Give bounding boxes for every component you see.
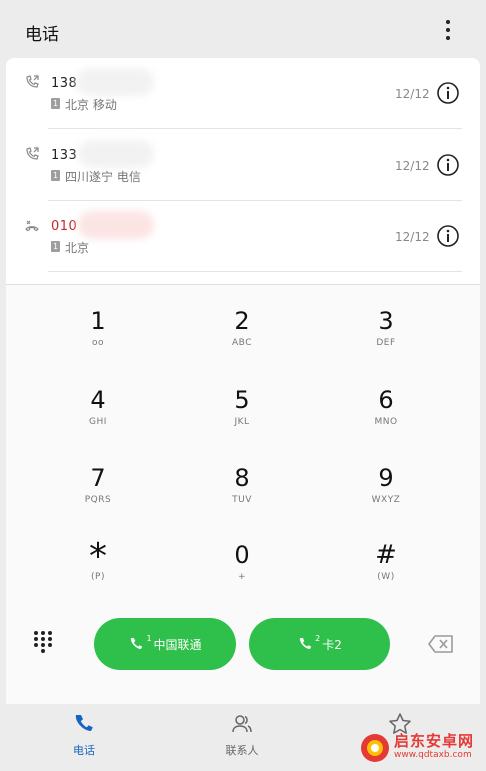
key-letters: JKL (234, 417, 250, 427)
phone-app: 电话 138 1 北京 移动 12/12 133 1 四川遂宁 电信 12/12… (0, 0, 486, 771)
key-1[interactable]: 1 oo (38, 306, 158, 372)
key-star[interactable]: * (P) (38, 536, 158, 606)
voicemail-icon: oo (91, 338, 104, 348)
call-sim1-button[interactable]: 1 中国联通 (94, 618, 236, 670)
info-icon[interactable] (436, 153, 460, 177)
contacts-icon (232, 715, 252, 733)
key-letters: MNO (374, 417, 398, 427)
key-letters: + (237, 572, 247, 582)
tab-label: 电话 (73, 744, 95, 757)
key-letters: DEF (376, 338, 396, 348)
call-number: 138 (51, 76, 78, 91)
key-hash[interactable]: # (W) (326, 540, 446, 606)
tab-phone[interactable]: 电话 (34, 712, 134, 758)
sim-number: 1 (146, 633, 152, 643)
key-digit: 3 (378, 307, 394, 335)
row-divider (48, 128, 462, 129)
key-4[interactable]: 4 GHI (38, 385, 158, 451)
missed-call-icon (25, 220, 39, 232)
key-letters: WXYZ (371, 495, 401, 505)
key-5[interactable]: 5 JKL (182, 385, 302, 451)
call-log-item[interactable]: 133 1 四川遂宁 电信 12/12 (6, 130, 480, 201)
watermark-url: www.qdtaxb.com (394, 750, 472, 760)
key-9[interactable]: 9 WXYZ (326, 463, 446, 529)
key-0[interactable]: 0 + (182, 540, 302, 606)
call-location: 四川遂宁 电信 (65, 170, 141, 184)
call-date: 12/12 (395, 159, 430, 173)
keypad-divider (6, 284, 480, 285)
call-location: 北京 (65, 241, 90, 255)
key-3[interactable]: 3 DEF (326, 306, 446, 372)
key-letters: (W) (377, 572, 395, 582)
info-icon[interactable] (436, 81, 460, 105)
key-letters: TUV (232, 495, 252, 505)
key-digit: 2 (234, 307, 250, 335)
call-log-item[interactable]: 010 1 北京 12/12 (6, 201, 480, 272)
phone-icon (300, 638, 312, 649)
key-6[interactable]: 6 MNO (326, 385, 446, 451)
key-digit: # (375, 540, 397, 570)
sim-badge: 1 (51, 241, 60, 252)
outgoing-call-icon (26, 147, 39, 160)
key-digit: 8 (234, 464, 250, 492)
sim-badge: 1 (51, 170, 60, 181)
outgoing-call-icon (26, 75, 39, 88)
key-2[interactable]: 2 ABC (182, 306, 302, 372)
dial-keypad: 1 oo 2 ABC 3 DEF 4 GHI 5 JKL 6 MNO 7 PQR… (6, 284, 480, 704)
call-sim2-label: 卡2 (322, 637, 342, 652)
call-number: 133 (51, 148, 78, 163)
call-sim2-button[interactable]: 2 卡2 (249, 618, 390, 670)
key-8[interactable]: 8 TUV (182, 463, 302, 529)
dialpad-toggle-icon[interactable] (30, 629, 56, 655)
watermark-title: 启东安卓网 (394, 732, 475, 750)
key-digit: 5 (234, 386, 250, 414)
call-date: 12/12 (395, 87, 430, 101)
key-digit: 0 (234, 541, 250, 569)
redacted-number (78, 211, 154, 239)
more-options-icon[interactable] (434, 16, 462, 44)
site-watermark: 启东安卓网 www.qdtaxb.com (360, 728, 486, 768)
tab-contacts[interactable]: 联系人 (192, 712, 292, 758)
backspace-icon[interactable] (428, 635, 454, 653)
tab-label: 联系人 (225, 744, 259, 757)
redacted-number (76, 68, 154, 96)
phone-icon (75, 715, 93, 731)
key-letters: ABC (232, 338, 252, 348)
key-letters: GHI (89, 417, 107, 427)
key-digit: 7 (90, 464, 106, 492)
redacted-number (78, 140, 154, 168)
watermark-logo-icon (361, 734, 389, 762)
key-digit: * (89, 536, 107, 577)
page-title: 电话 (25, 25, 59, 45)
call-location: 北京 移动 (65, 98, 117, 112)
call-date: 12/12 (395, 230, 430, 244)
key-digit: 1 (90, 307, 106, 335)
sim-badge: 1 (51, 98, 60, 109)
sim-number: 2 (315, 633, 321, 643)
call-log-list: 138 1 北京 移动 12/12 133 1 四川遂宁 电信 12/12 01… (6, 58, 480, 284)
call-number: 010 (51, 219, 78, 234)
key-7[interactable]: 7 PQRS (38, 463, 158, 529)
key-digit: 6 (378, 386, 394, 414)
row-divider (48, 271, 462, 272)
key-letters: (P) (91, 572, 105, 582)
key-letters: PQRS (84, 495, 112, 505)
call-sim1-label: 中国联通 (153, 637, 202, 652)
call-log-item[interactable]: 138 1 北京 移动 12/12 (6, 58, 480, 129)
key-digit: 4 (90, 386, 106, 414)
app-header: 电话 (0, 0, 486, 58)
phone-icon (131, 638, 143, 649)
key-digit: 9 (378, 464, 394, 492)
info-icon[interactable] (436, 224, 460, 248)
